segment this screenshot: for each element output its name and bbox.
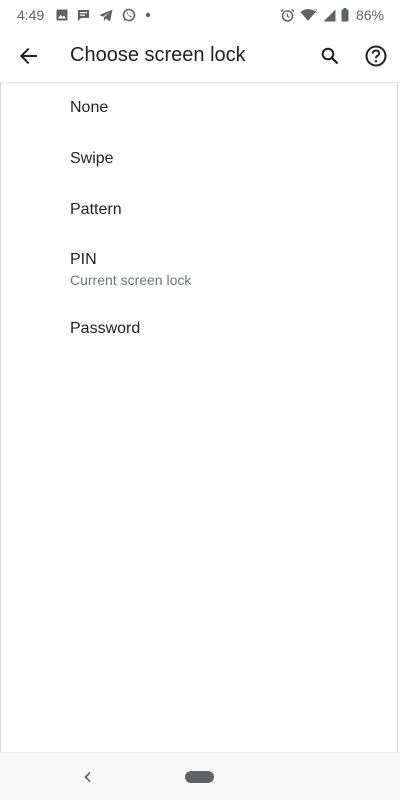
lock-option-none[interactable]: None: [0, 83, 400, 133]
lock-option-pin[interactable]: PIN Current screen lock: [0, 234, 400, 304]
status-bar: 4:49 R 86%: [0, 0, 400, 30]
notification-icons: [56, 8, 151, 22]
battery-percent: 86%: [355, 7, 384, 23]
status-time: 4:49: [17, 7, 45, 23]
lock-option-label: Password: [70, 320, 141, 337]
help-icon: [365, 45, 387, 67]
lock-option-summary: Current screen lock: [70, 272, 192, 288]
signal-icon: [323, 9, 336, 22]
help-button[interactable]: [360, 40, 392, 72]
lock-option-label: Swipe: [70, 150, 114, 167]
lock-option-pattern[interactable]: Pattern: [0, 184, 400, 234]
battery-icon: [341, 8, 349, 22]
lock-option-label: PIN: [70, 251, 97, 268]
message-icon: [77, 9, 90, 22]
lock-option-swipe[interactable]: Swipe: [0, 133, 400, 184]
dot-icon: [145, 12, 151, 18]
navigation-bar: [0, 752, 400, 800]
page-title: Choose screen lock: [70, 44, 246, 66]
search-icon: [321, 47, 339, 65]
alarm-icon: [280, 8, 295, 23]
lock-option-password[interactable]: Password: [0, 304, 400, 354]
arrow-back-icon: [19, 47, 37, 65]
wifi-icon: R: [300, 8, 318, 22]
nav-back-button[interactable]: [78, 767, 98, 787]
toolbar: Choose screen lock: [0, 30, 400, 83]
lock-option-label: Pattern: [70, 201, 122, 218]
nav-home-pill[interactable]: [185, 771, 214, 783]
search-button[interactable]: [314, 40, 346, 72]
system-status-icons: R 86%: [280, 7, 384, 23]
nav-back-icon: [83, 771, 93, 783]
whatsapp-icon: [122, 8, 136, 22]
lock-option-label: None: [70, 99, 109, 116]
telegram-icon: [99, 9, 113, 22]
svg-text:R: R: [313, 9, 317, 15]
back-button[interactable]: [12, 40, 44, 72]
image-icon: [56, 9, 68, 21]
